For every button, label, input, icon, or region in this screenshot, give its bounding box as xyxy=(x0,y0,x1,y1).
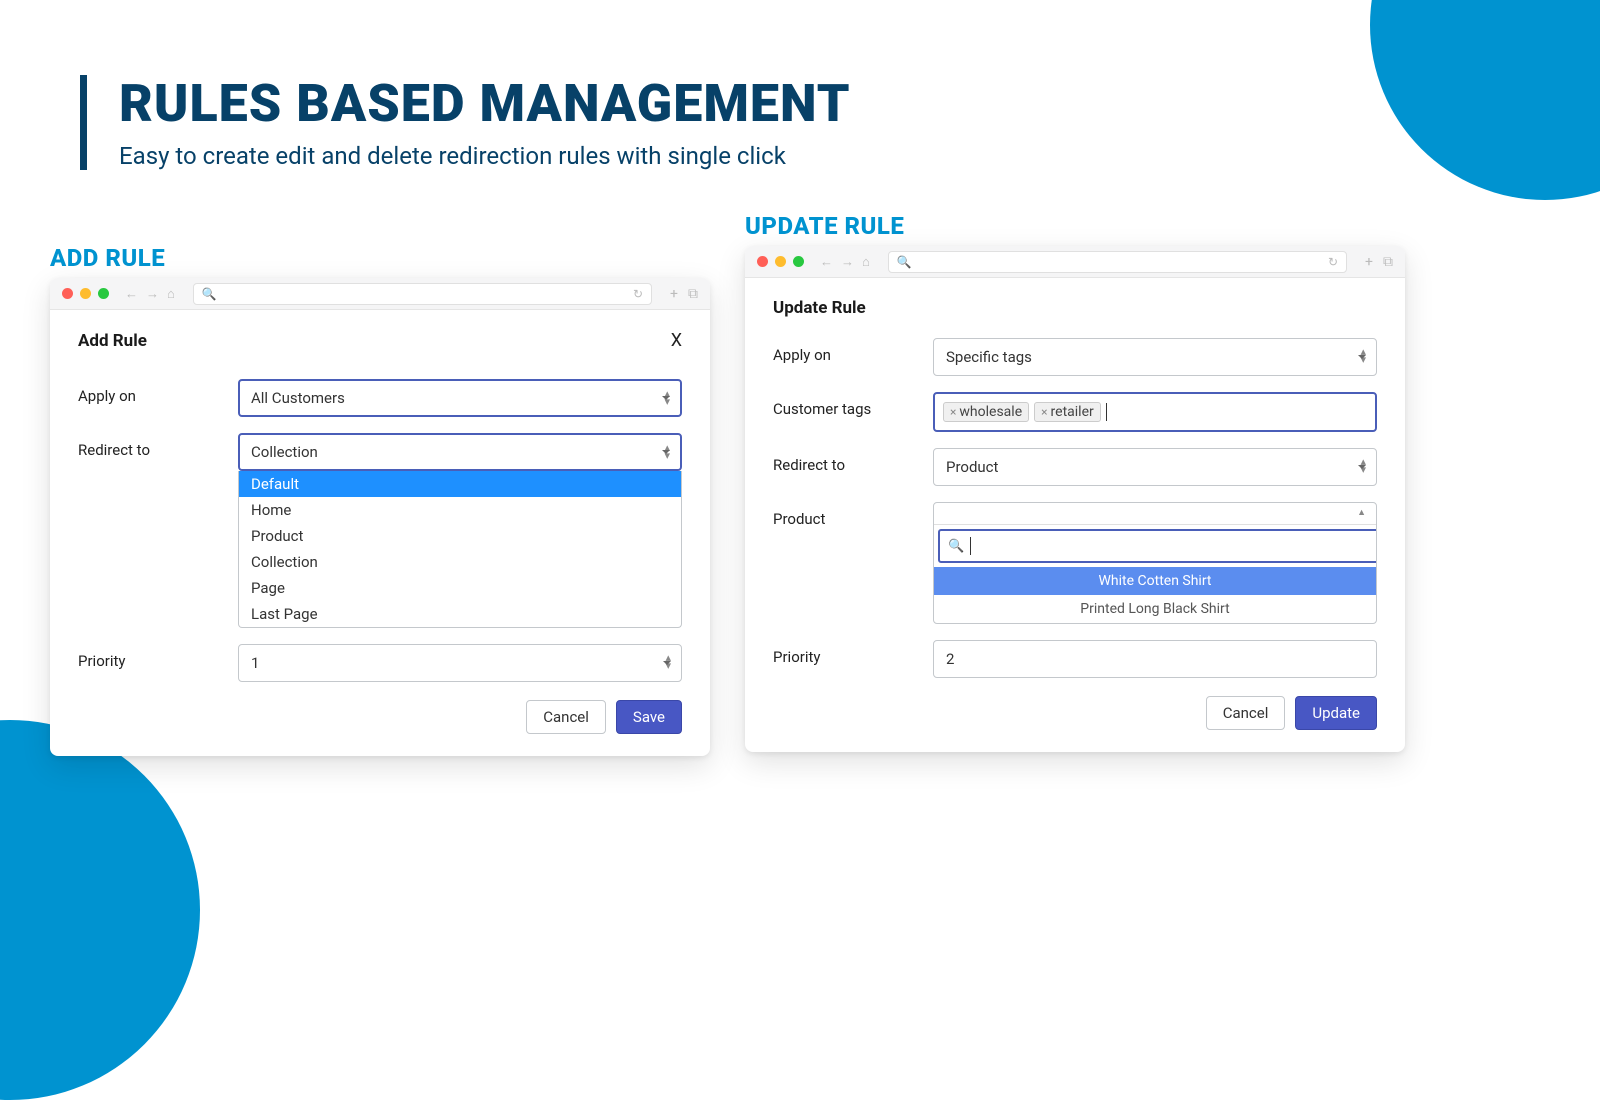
save-button[interactable]: Save xyxy=(616,700,682,734)
product-select[interactable]: 🔍 White Cotten Shirt Printed Long Black … xyxy=(933,502,1377,624)
product-select-head[interactable] xyxy=(934,503,1376,525)
tag-chip[interactable]: ×wholesale xyxy=(943,402,1029,422)
home-icon[interactable]: ⌂ xyxy=(862,254,870,270)
dropdown-option[interactable]: Product xyxy=(239,523,681,549)
reload-icon[interactable]: ↻ xyxy=(633,287,643,301)
product-search-input[interactable]: 🔍 xyxy=(938,529,1377,563)
search-icon: 🔍 xyxy=(897,255,912,269)
input-priority-value: 1 xyxy=(251,654,259,672)
page-heading: RULES BASED MANAGEMENT Easy to create ed… xyxy=(80,75,851,170)
url-bar[interactable]: 🔍 ↻ xyxy=(888,251,1347,273)
window-update-rule: ← → ⌂ 🔍 ↻ + ⧉ Update Rule Apply on Speci… xyxy=(745,246,1405,752)
traffic-lights xyxy=(757,256,804,267)
label-priority: Priority xyxy=(773,640,933,666)
maximize-dot-icon[interactable] xyxy=(793,256,804,267)
input-priority-value: 2 xyxy=(946,650,954,668)
select-apply-on-value: Specific tags xyxy=(946,348,1032,366)
minimize-dot-icon[interactable] xyxy=(775,256,786,267)
home-icon[interactable]: ⌂ xyxy=(167,286,175,302)
label-redirect-to: Redirect to xyxy=(78,433,238,459)
dropdown-option[interactable]: Page xyxy=(239,575,681,601)
select-apply-on-value: All Customers xyxy=(251,389,345,407)
reload-icon[interactable]: ↻ xyxy=(1328,255,1338,269)
cancel-button[interactable]: Cancel xyxy=(526,700,606,734)
dropdown-option[interactable]: Home xyxy=(239,497,681,523)
search-icon: 🔍 xyxy=(202,287,217,301)
remove-tag-icon[interactable]: × xyxy=(950,405,956,419)
page-title: RULES BASED MANAGEMENT xyxy=(119,75,851,132)
modal-title-update: Update Rule xyxy=(773,298,866,318)
browser-titlebar: ← → ⌂ 🔍 ↻ + ⧉ xyxy=(745,246,1405,278)
browser-titlebar: ← → ⌂ 🔍 ↻ + ⧉ xyxy=(50,278,710,310)
text-cursor xyxy=(970,537,971,555)
text-cursor xyxy=(1106,403,1107,421)
forward-icon[interactable]: → xyxy=(841,254,854,270)
dropdown-redirect-options: Default Home Product Collection Page Las… xyxy=(238,471,682,628)
nav-arrows: ← → ⌂ xyxy=(820,254,870,270)
select-redirect-to[interactable]: Product ▴▾ xyxy=(933,448,1377,486)
label-apply-on: Apply on xyxy=(78,379,238,405)
tabs-icon[interactable]: ⧉ xyxy=(1383,254,1393,270)
decorative-blob-bottom-left xyxy=(0,720,200,1100)
select-apply-on[interactable]: All Customers ▴▾ xyxy=(238,379,682,417)
remove-tag-icon[interactable]: × xyxy=(1041,405,1047,419)
section-label-update: UPDATE RULE xyxy=(745,212,904,240)
close-dot-icon[interactable] xyxy=(757,256,768,267)
dropdown-option[interactable]: Collection xyxy=(239,549,681,575)
dropdown-option[interactable]: Default xyxy=(239,471,681,497)
tabs-icon[interactable]: ⧉ xyxy=(688,286,698,302)
decorative-blob-top-right xyxy=(1370,0,1600,200)
newtab-icon[interactable]: + xyxy=(1365,254,1373,270)
titlebar-right: + ⧉ xyxy=(670,286,698,302)
label-customer-tags: Customer tags xyxy=(773,392,933,418)
newtab-icon[interactable]: + xyxy=(670,286,678,302)
back-icon[interactable]: ← xyxy=(125,286,138,302)
input-priority[interactable]: 2 xyxy=(933,640,1377,678)
modal-title-add: Add Rule xyxy=(78,331,147,351)
traffic-lights xyxy=(62,288,109,299)
dropdown-option[interactable]: Last Page xyxy=(239,601,681,627)
product-option[interactable]: Printed Long Black Shirt xyxy=(934,595,1376,623)
url-bar[interactable]: 🔍 ↻ xyxy=(193,283,652,305)
tag-chip[interactable]: ×retailer xyxy=(1034,402,1101,422)
select-redirect-to[interactable]: Collection ▴▾ xyxy=(238,433,682,471)
select-redirect-to-value: Collection xyxy=(251,443,318,461)
label-redirect-to: Redirect to xyxy=(773,448,933,474)
window-add-rule: ← → ⌂ 🔍 ↻ + ⧉ Add Rule X Apply on All Cu… xyxy=(50,278,710,756)
search-icon: 🔍 xyxy=(948,539,964,554)
update-button[interactable]: Update xyxy=(1295,696,1377,730)
forward-icon[interactable]: → xyxy=(146,286,159,302)
page-subtitle: Easy to create edit and delete redirecti… xyxy=(119,142,851,170)
label-product: Product xyxy=(773,502,933,528)
titlebar-right: + ⧉ xyxy=(1365,254,1393,270)
back-icon[interactable]: ← xyxy=(820,254,833,270)
close-icon[interactable]: X xyxy=(671,330,682,351)
nav-arrows: ← → ⌂ xyxy=(125,286,175,302)
maximize-dot-icon[interactable] xyxy=(98,288,109,299)
select-apply-on[interactable]: Specific tags ▴▾ xyxy=(933,338,1377,376)
label-priority: Priority xyxy=(78,644,238,670)
label-apply-on: Apply on xyxy=(773,338,933,364)
input-priority[interactable]: 1 ▴▾ xyxy=(238,644,682,682)
select-redirect-to-value: Product xyxy=(946,458,998,476)
customer-tags-input[interactable]: ×wholesale ×retailer xyxy=(933,392,1377,432)
product-option[interactable]: White Cotten Shirt xyxy=(934,567,1376,595)
cancel-button[interactable]: Cancel xyxy=(1206,696,1286,730)
minimize-dot-icon[interactable] xyxy=(80,288,91,299)
section-label-add: ADD RULE xyxy=(50,244,165,272)
close-dot-icon[interactable] xyxy=(62,288,73,299)
